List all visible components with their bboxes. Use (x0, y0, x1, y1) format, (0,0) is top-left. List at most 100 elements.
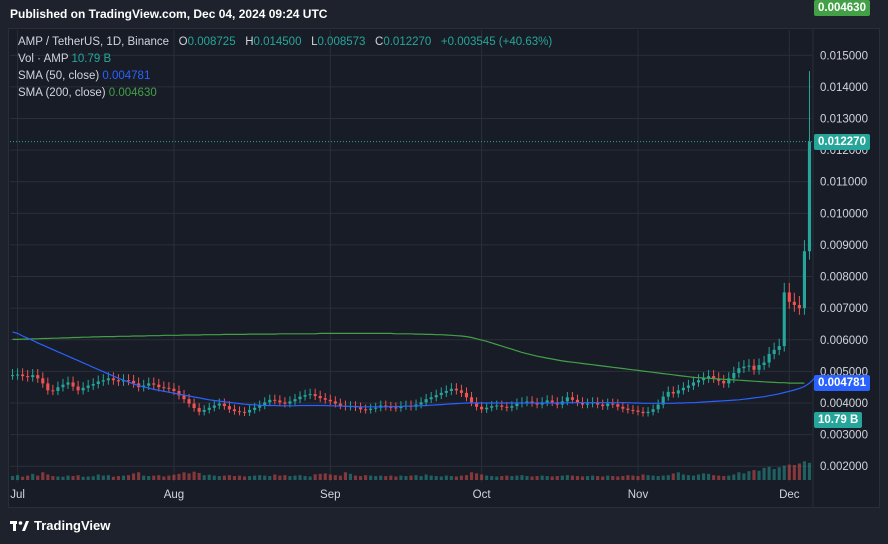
legend-sma50-label: SMA (50, close) (18, 70, 100, 82)
legend-open-label: O (178, 36, 188, 48)
volume-bar (61, 476, 65, 480)
candle-body (152, 383, 156, 385)
volume-bar (197, 472, 201, 480)
candle-body (722, 380, 726, 384)
candle-body (232, 409, 237, 412)
volume-bar (273, 474, 277, 480)
candle-body (333, 401, 337, 404)
volume-bar (157, 475, 161, 480)
volume-bar (56, 476, 60, 480)
volume-bar (737, 472, 741, 480)
candle-body (308, 394, 312, 396)
volume-bar (540, 475, 544, 480)
candle-body (616, 404, 620, 407)
candle-body (207, 407, 211, 410)
candle-body (172, 388, 176, 391)
candle-body (227, 406, 231, 410)
legend-sma50-row[interactable]: SMA (50, close) 0.004781 (18, 68, 552, 85)
candle-body (792, 301, 796, 305)
candle-body (91, 384, 95, 386)
volume-bar (752, 470, 756, 480)
volume-bar (636, 476, 640, 480)
candle-body (570, 397, 574, 400)
legend-open-value: 0.008725 (187, 36, 236, 48)
volume-bar (374, 476, 378, 480)
volume-bar (51, 476, 55, 480)
volume-bar (807, 462, 812, 480)
brand-name[interactable]: TradingView (34, 518, 110, 533)
candle-body (81, 387, 85, 391)
volume-bar (293, 475, 297, 480)
volume-bar (142, 475, 146, 480)
y-tick-label: 0.002000 (820, 461, 868, 473)
candle-body (762, 362, 766, 366)
candle-body (439, 392, 443, 396)
volume-bar (379, 475, 383, 480)
chart-legend: AMP / TetherUS, 1D, Binance O0.008725 H0… (18, 34, 552, 102)
candle-body (323, 398, 327, 400)
y-tick-label: 0.013000 (820, 114, 868, 126)
volume-bar (227, 475, 231, 480)
x-tick-label: Jul (10, 489, 25, 501)
candle-body (631, 409, 635, 411)
volume-bar (626, 475, 630, 480)
candle-body (116, 380, 121, 382)
candle-body (782, 292, 786, 347)
legend-ohlc-row: AMP / TetherUS, 1D, Binance O0.008725 H0… (18, 34, 552, 51)
volume-bar (263, 475, 267, 480)
candle-body (167, 387, 171, 389)
legend-sma200-label: SMA (200, close) (18, 87, 106, 99)
candle-body (16, 374, 20, 376)
volume-bar (278, 475, 282, 480)
candle-body (485, 407, 489, 410)
volume-bar (414, 475, 418, 480)
legend-symbol[interactable]: AMP / TetherUS, 1D, Binance (18, 36, 169, 48)
volume-bar (727, 475, 731, 480)
volume-bar (358, 476, 363, 480)
volume-bar (621, 476, 625, 480)
candle-body (76, 386, 80, 391)
candle-body (31, 375, 35, 378)
x-tick-label: Aug (164, 489, 184, 501)
candle-body (293, 399, 297, 402)
y-tick-label: 0.004000 (820, 398, 868, 410)
volume-bar (207, 474, 211, 480)
y-tick-label: 0.008000 (820, 272, 868, 284)
volume-bar (152, 475, 156, 480)
candle-body (621, 406, 625, 409)
volume-bar (369, 475, 373, 480)
volume-bar (333, 475, 337, 480)
volume-bar (101, 475, 105, 480)
candle-body (268, 399, 272, 403)
volume-bar (86, 476, 90, 480)
volume-bar (545, 476, 549, 480)
candle-body (217, 403, 221, 406)
volume-bar (288, 476, 292, 480)
candle-body (36, 375, 40, 379)
volume-bar (429, 475, 433, 480)
volume-bar (96, 474, 100, 480)
volume-bar (303, 476, 307, 480)
candle-body (253, 407, 257, 410)
volume-bar (192, 471, 196, 480)
volume-bar (121, 475, 126, 480)
candle-body (545, 400, 549, 403)
volume-bar (318, 473, 322, 480)
candle-body (96, 381, 100, 385)
volume-bar (449, 476, 453, 480)
candle-body (157, 384, 161, 388)
x-tick-label: Nov (628, 489, 649, 501)
volume-bar (500, 476, 504, 480)
legend-volume-row[interactable]: Vol · AMP 10.79 B (18, 51, 552, 68)
volume-bar (81, 476, 85, 480)
volume-bar (631, 475, 635, 480)
candle-body (71, 382, 75, 387)
legend-sma50-value: 0.004781 (102, 70, 151, 82)
candle-body (742, 366, 746, 369)
volume-bar (187, 473, 191, 480)
candle-body (490, 406, 494, 408)
legend-volume-label: Vol · AMP (18, 53, 69, 65)
y-tick-label: 0.011000 (820, 177, 867, 189)
volume-bar (439, 476, 443, 480)
legend-sma200-row[interactable]: SMA (200, close) 0.004630 (18, 85, 552, 102)
